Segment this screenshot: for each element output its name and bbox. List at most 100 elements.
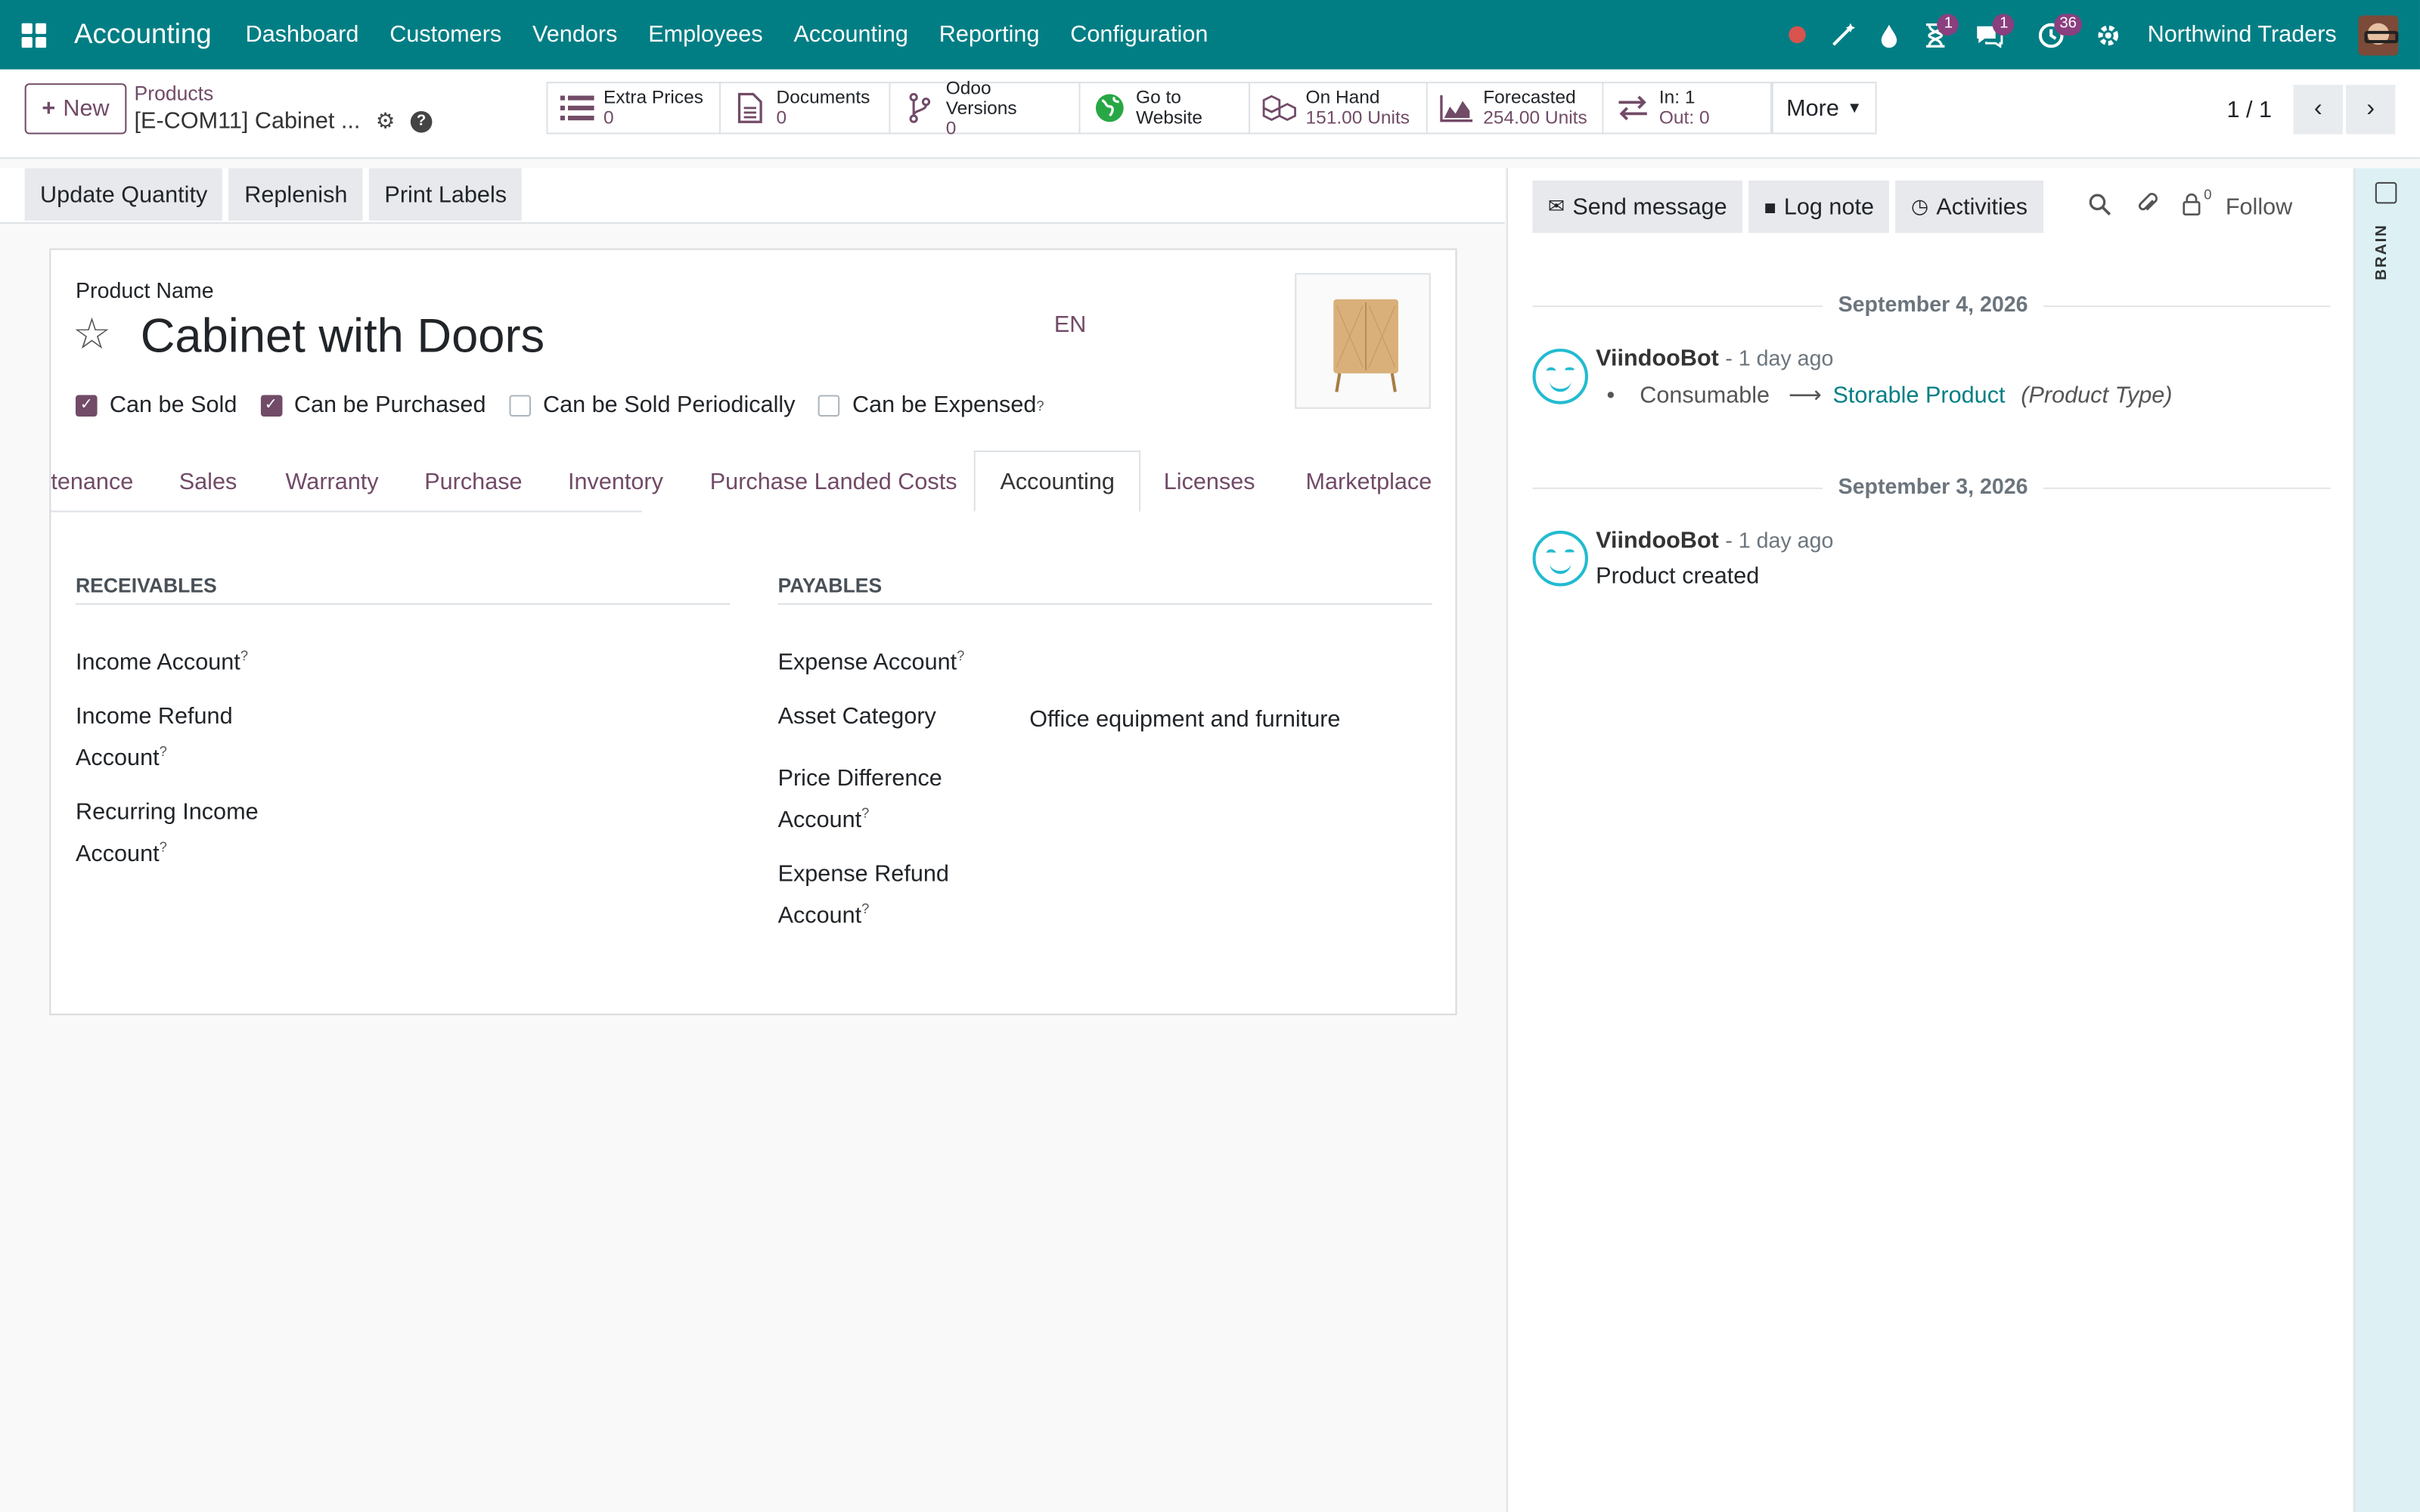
checkbox-checked-icon: ✓ <box>260 394 282 416</box>
paperclip-icon[interactable] <box>2136 191 2158 222</box>
odoo-versions-button[interactable]: Odoo Versions 0 <box>890 77 1081 138</box>
company-switcher[interactable]: Northwind Traders <box>2148 22 2337 48</box>
update-quantity-button[interactable]: Update Quantity <box>24 168 223 221</box>
clock-icon[interactable]: 36 <box>2021 0 2083 70</box>
message-author[interactable]: ViindooBot <box>1596 528 1719 554</box>
menu-dashboard[interactable]: Dashboard <box>230 22 374 48</box>
chatter-tools: 0 Follow <box>2088 186 2317 222</box>
in-out-button[interactable]: In: 1 Out: 0 <box>1603 82 1772 135</box>
menu-employees[interactable]: Employees <box>633 22 778 48</box>
menu-reporting[interactable]: Reporting <box>923 22 1055 48</box>
asset-category-field[interactable]: Office equipment and furniture <box>1029 707 1340 733</box>
help-tooltip-icon[interactable]: ? <box>160 744 167 759</box>
next-record-icon[interactable]: › <box>2346 85 2396 135</box>
help-tooltip-icon[interactable]: ? <box>240 648 248 663</box>
notebook-tabs: tenance Sales Warranty Purchase Inventor… <box>51 450 1455 513</box>
activity-badge: 1 <box>1938 14 1959 36</box>
can-be-sold-label: Can be Sold <box>109 392 237 419</box>
gear-icon[interactable]: ⚙ <box>376 108 396 135</box>
can-be-expensed-label: Can be Expensed <box>852 392 1037 419</box>
message-author[interactable]: ViindooBot <box>1596 345 1719 372</box>
tab-marketplace[interactable]: Marketplace <box>1306 451 1432 513</box>
product-name-field[interactable]: Cabinet with Doors <box>141 308 544 364</box>
tab-inventory[interactable]: Inventory <box>568 451 663 513</box>
clock-icon: ◷ <box>1910 194 1929 218</box>
documents-button[interactable]: Documents 0 <box>721 82 891 135</box>
apps-icon[interactable] <box>0 0 68 70</box>
income-refund-text: Income Refund <box>75 703 233 730</box>
followers-icon[interactable]: 0 <box>2183 186 2211 222</box>
new-button[interactable]: + New <box>24 83 127 135</box>
caret-down-icon: ▼ <box>1847 99 1863 117</box>
breadcrumb-products[interactable]: Products <box>135 82 433 105</box>
help-tooltip-icon[interactable]: ? <box>1036 398 1044 413</box>
receivables-group: RECEIVABLES <box>75 574 731 605</box>
help-tooltip-icon[interactable]: ? <box>861 901 869 916</box>
star-icon[interactable]: ☆ <box>73 308 111 359</box>
bot-avatar <box>1532 531 1588 587</box>
app-name[interactable]: Accounting <box>74 18 212 51</box>
can-be-sold-periodically-checkbox[interactable]: Can be Sold Periodically <box>509 392 796 418</box>
menu-vendors[interactable]: Vendors <box>517 22 633 48</box>
top-navbar: Accounting Dashboard Customers Vendors E… <box>0 0 2420 70</box>
envelope-icon: ✉ <box>1547 194 1565 218</box>
forecasted-value: 254.00 Units <box>1483 106 1587 129</box>
list-icon <box>560 91 594 125</box>
on-hand-button[interactable]: On Hand 151.00 Units <box>1250 82 1428 135</box>
odoo-versions-value: 0 <box>945 116 957 138</box>
drop-icon[interactable] <box>1866 0 1913 70</box>
send-message-button[interactable]: ✉ Send message <box>1532 180 1743 234</box>
print-labels-button[interactable]: Print Labels <box>369 168 523 221</box>
price-difference-account-text: Account <box>777 807 862 834</box>
payables-group: PAYABLES <box>777 574 1432 605</box>
help-tooltip-icon[interactable]: ? <box>160 839 167 854</box>
main-menu: Dashboard Customers Vendors Employees Ac… <box>230 22 1224 48</box>
bot-eye <box>1565 367 1575 372</box>
menu-customers[interactable]: Customers <box>374 22 517 48</box>
menu-accounting[interactable]: Accounting <box>778 22 923 48</box>
magic-wand-icon[interactable] <box>1820 0 1866 70</box>
help-icon[interactable]: ? <box>410 110 433 132</box>
can-be-expensed-checkbox[interactable]: Can be Expensed? <box>818 392 1044 418</box>
tracking-field-name: (Product Type) <box>2021 383 2173 409</box>
can-be-purchased-checkbox[interactable]: ✓ Can be Purchased <box>260 392 486 418</box>
can-be-sold-checkbox[interactable]: ✓ Can be Sold <box>75 392 237 419</box>
tab-accounting[interactable]: Accounting <box>973 450 1141 513</box>
follow-button[interactable]: Follow <box>2226 194 2292 220</box>
tracking-value: • Consumable ⟶ Storable Product (Product… <box>1606 381 2172 409</box>
checkbox-checked-icon: ✓ <box>75 394 98 416</box>
forecasted-button[interactable]: Forecasted 254.00 Units <box>1427 82 1604 135</box>
log-note-button[interactable]: ■ Log note <box>1748 180 1890 234</box>
tab-sales[interactable]: Sales <box>179 451 237 513</box>
replenish-button[interactable]: Replenish <box>228 168 363 221</box>
previous-record-icon[interactable]: ‹ <box>2293 85 2343 135</box>
language-button[interactable]: EN <box>1054 311 1087 338</box>
tab-warranty[interactable]: Warranty <box>286 451 379 513</box>
brain-side-panel[interactable]: BRAIN <box>2353 168 2420 1512</box>
expense-account-label: Expense Account? <box>778 639 965 680</box>
recurring-income-account-label: Recurring Income Account? <box>76 796 259 872</box>
plus-icon: + <box>42 95 56 122</box>
chat-icon[interactable]: 1 <box>1959 0 2021 70</box>
tab-licenses[interactable]: Licenses <box>1164 451 1255 513</box>
user-avatar[interactable] <box>2358 14 2399 55</box>
extra-prices-button[interactable]: Extra Prices 0 <box>548 82 721 135</box>
product-image[interactable] <box>1295 273 1431 409</box>
sticky-note-icon[interactable] <box>2375 181 2397 204</box>
tab-purchase[interactable]: Purchase <box>424 451 522 513</box>
help-tooltip-icon[interactable]: ? <box>957 648 964 663</box>
record-dot-icon[interactable] <box>1774 0 1820 70</box>
more-button[interactable]: More ▼ <box>1771 82 1877 135</box>
help-tooltip-icon[interactable]: ? <box>861 805 869 820</box>
go-to-website-button[interactable]: Go to Website <box>1080 82 1251 135</box>
pager-value[interactable]: 1 / 1 <box>2226 97 2272 123</box>
tab-purchase-landed-costs[interactable]: Purchase Landed Costs <box>710 451 957 513</box>
search-icon[interactable] <box>2088 192 2111 222</box>
tab-maintenance[interactable]: tenance <box>51 451 133 513</box>
menu-configuration[interactable]: Configuration <box>1055 22 1224 48</box>
hourglass-icon[interactable]: 1 <box>1913 0 1959 70</box>
message-time: - 1 day ago <box>1725 345 1834 370</box>
settings-icon[interactable] <box>2083 0 2135 70</box>
activities-button[interactable]: ◷ Activities <box>1895 180 2043 234</box>
product-flags: ✓ Can be Sold ✓ Can be Purchased Can be … <box>75 392 1067 419</box>
